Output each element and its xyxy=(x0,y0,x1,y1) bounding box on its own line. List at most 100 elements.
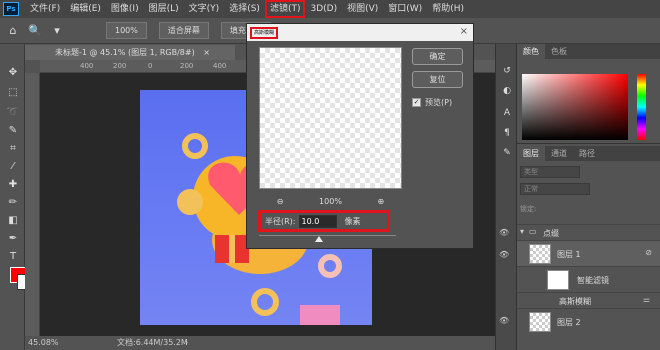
hue-slider[interactable] xyxy=(637,74,646,140)
type-tool-icon[interactable]: T xyxy=(6,250,20,264)
preview-zoom-level: 100% xyxy=(319,196,342,206)
color-panel-tabs: 颜色 色板 xyxy=(517,44,660,59)
move-tool-icon[interactable]: ✥ xyxy=(6,66,20,80)
menu-type[interactable]: 文字(Y) xyxy=(184,0,225,18)
group-name: 点缀 xyxy=(543,229,559,238)
eye-icon[interactable]: 👁 xyxy=(499,250,509,259)
checkbox-checked-icon[interactable]: ✓ xyxy=(412,98,421,107)
filter-options-icon[interactable]: ⚌ xyxy=(643,295,650,304)
chevron-down-icon[interactable]: ▾ xyxy=(48,22,66,40)
eyedropper-tool-icon[interactable]: ⁄ xyxy=(6,160,20,174)
filter-preview[interactable] xyxy=(259,47,402,189)
ruler-mark: 200 xyxy=(113,62,127,70)
character-icon[interactable]: A xyxy=(500,106,514,120)
status-zoom: 45.08% xyxy=(28,338,59,347)
layer-row-2[interactable]: 图层 2 xyxy=(517,308,660,334)
eye-icon[interactable]: 👁 xyxy=(499,316,509,325)
ruler-mark: 200 xyxy=(180,62,194,70)
smart-filters-label: 智能滤镜 xyxy=(577,276,609,285)
brush-settings-icon[interactable]: ✎ xyxy=(500,146,514,160)
dialog-title: 高斯模糊 xyxy=(250,27,279,39)
lock-label: 锁定: xyxy=(520,205,537,213)
layer-group-row[interactable]: ▾ ▭ 点缀 xyxy=(517,224,660,240)
gaussian-blur-dialog: 高斯模糊 × ⊖ 100% ⊕ 半径(R): 10.0 像素 确定 复位 ✓ 预… xyxy=(246,23,474,249)
photoshop-window: Ps 文件(F) 编辑(E) 图像(I) 图层(L) 文字(Y) 选择(S) 滤… xyxy=(0,0,660,350)
blur-filter-label: 高斯模糊 xyxy=(559,297,591,306)
adjust-icon[interactable]: ◐ xyxy=(500,84,514,98)
dialog-title-bar: 高斯模糊 × xyxy=(247,24,473,41)
layer-filter-kind[interactable]: 类型 xyxy=(520,166,580,178)
reset-button[interactable]: 复位 xyxy=(412,71,463,88)
menu-select[interactable]: 选择(S) xyxy=(224,0,265,18)
menu-filter[interactable]: 滤镜(T) xyxy=(264,0,306,18)
home-icon[interactable]: ⌂ xyxy=(4,22,22,40)
layers-panel-tabs: 图层 通道 路径 xyxy=(517,146,660,161)
radius-label: 半径(R): xyxy=(265,216,296,226)
menu-edit[interactable]: 编辑(E) xyxy=(65,0,106,18)
layers-panel: 图层 通道 路径 类型 正常 锁定: ▾ ▭ 点缀 图层 1 ⊘ 智能滤镜 高斯… xyxy=(517,146,660,350)
menu-file[interactable]: 文件(F) xyxy=(25,0,65,18)
color-picker-field[interactable] xyxy=(522,74,628,140)
layer-row-1[interactable]: 图层 1 ⊘ xyxy=(517,240,660,266)
tab-swatches[interactable]: 色板 xyxy=(545,44,573,59)
radius-input[interactable]: 10.0 xyxy=(298,214,337,228)
healing-brush-tool-icon[interactable]: ✚ xyxy=(6,178,20,192)
tools-panel: ✥ ⬚ ➰ ✎ ⌗ ⁄ ✚ ✏ ◧ ✒ T ✋ xyxy=(0,44,33,350)
preview-checkbox[interactable]: ✓ 预览(P) xyxy=(412,97,452,108)
paragraph-icon[interactable]: ¶ xyxy=(500,126,514,140)
menu-image[interactable]: 图像(I) xyxy=(106,0,144,18)
smart-object-icon: ⊘ xyxy=(645,248,652,257)
menu-bar: Ps 文件(F) 编辑(E) 图像(I) 图层(L) 文字(Y) 选择(S) 滤… xyxy=(0,0,660,18)
history-icon[interactable]: ↺ xyxy=(500,64,514,78)
chevron-right-icon[interactable]: › xyxy=(185,336,188,350)
status-bar: 45.08% 文档:6.44M/35.2M › xyxy=(25,336,495,350)
menu-layer[interactable]: 图层(L) xyxy=(144,0,184,18)
kind-placeholder: 类型 xyxy=(524,168,538,176)
tab-paths[interactable]: 路径 xyxy=(573,146,601,161)
zoom-out-icon[interactable]: ⊖ xyxy=(277,197,284,206)
folder-icon: ▭ xyxy=(529,227,537,236)
layer-thumbnail xyxy=(529,312,551,332)
radius-unit: 像素 xyxy=(344,216,361,226)
close-icon[interactable]: × xyxy=(460,26,468,37)
menu-3d[interactable]: 3D(D) xyxy=(305,0,342,18)
eraser-tool-icon[interactable]: ◧ xyxy=(6,214,20,228)
zoom-percent-button[interactable]: 100% xyxy=(106,22,147,39)
color-panel: 颜色 色板 xyxy=(517,44,660,144)
marquee-tool-icon[interactable]: ⬚ xyxy=(6,86,20,100)
menu-window[interactable]: 窗口(W) xyxy=(383,0,427,18)
radius-slider-track[interactable] xyxy=(259,235,396,236)
radius-slider-thumb[interactable] xyxy=(315,236,323,242)
eye-icon[interactable]: 👁 xyxy=(499,228,509,237)
photoshop-logo: Ps xyxy=(3,2,19,16)
visibility-column: 👁 👁 👁 xyxy=(495,220,517,350)
preview-zoom-controls: ⊖ 100% ⊕ xyxy=(259,194,402,208)
radius-control: 半径(R): 10.0 像素 xyxy=(258,210,390,232)
brush-tool-icon[interactable]: ✏ xyxy=(6,196,20,210)
pen-tool-icon[interactable]: ✒ xyxy=(6,232,20,246)
vertical-ruler xyxy=(25,73,40,336)
status-doc-size: 文档:6.44M/35.2M xyxy=(117,338,188,347)
menu-view[interactable]: 视图(V) xyxy=(342,0,383,18)
tab-channels[interactable]: 通道 xyxy=(545,146,573,161)
tab-color[interactable]: 颜色 xyxy=(517,44,545,59)
menu-help[interactable]: 帮助(H) xyxy=(427,0,469,18)
tab-layers[interactable]: 图层 xyxy=(517,146,545,161)
document-title: 未标题-1 @ 45.1% (图层 1, RGB/8#) xyxy=(55,48,195,57)
chevron-down-icon[interactable]: ▾ xyxy=(520,227,524,236)
document-tab[interactable]: 未标题-1 @ 45.1% (图层 1, RGB/8#) × xyxy=(25,45,235,60)
close-tab-icon[interactable]: × xyxy=(203,48,210,57)
crop-tool-icon[interactable]: ⌗ xyxy=(6,142,20,156)
smart-filters-row[interactable]: 智能滤镜 xyxy=(517,266,660,292)
layer-thumbnail xyxy=(529,244,551,264)
gaussian-blur-filter-row[interactable]: 高斯模糊 ⚌ xyxy=(517,292,660,308)
filter-mask-thumbnail xyxy=(547,270,569,290)
ok-button[interactable]: 确定 xyxy=(412,48,463,65)
zoom-tool-icon[interactable]: 🔍 xyxy=(26,22,44,40)
zoom-in-icon[interactable]: ⊕ xyxy=(377,197,384,206)
lasso-tool-icon[interactable]: ➰ xyxy=(6,106,20,120)
ruler-mark: 400 xyxy=(80,62,94,70)
quick-select-tool-icon[interactable]: ✎ xyxy=(6,124,20,138)
fit-screen-button[interactable]: 适合屏幕 xyxy=(158,22,209,39)
blend-mode-select[interactable]: 正常 xyxy=(520,183,590,195)
